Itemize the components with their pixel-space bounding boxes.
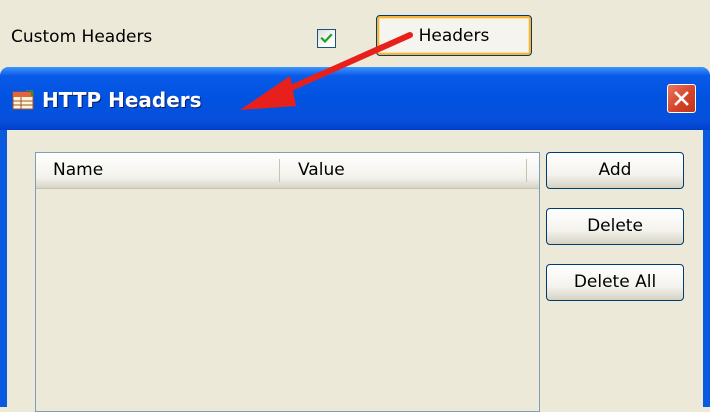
- delete-button[interactable]: Delete: [546, 208, 684, 245]
- headers-table[interactable]: Name Value: [35, 152, 540, 412]
- add-button[interactable]: Add: [546, 152, 684, 189]
- close-button[interactable]: [667, 84, 696, 113]
- column-header-name[interactable]: Name: [36, 153, 280, 188]
- dialog-content: Name Value Add Delete Delete All: [7, 130, 703, 412]
- checkmark-icon: [320, 33, 333, 44]
- custom-headers-checkbox[interactable]: [317, 29, 336, 48]
- custom-headers-label: Custom Headers: [11, 27, 153, 47]
- table-icon: [12, 90, 34, 110]
- table-header: Name Value: [36, 153, 539, 189]
- close-icon: [674, 91, 689, 106]
- headers-button[interactable]: Headers: [376, 15, 532, 56]
- dialog-title: HTTP Headers: [42, 88, 202, 112]
- http-headers-dialog: HTTP Headers Name Value Add Delete Delet…: [0, 67, 710, 412]
- delete-all-button[interactable]: Delete All: [546, 264, 684, 301]
- column-divider[interactable]: [526, 159, 527, 182]
- dialog-titlebar[interactable]: HTTP Headers: [0, 67, 710, 130]
- column-header-value[interactable]: Value: [280, 153, 539, 188]
